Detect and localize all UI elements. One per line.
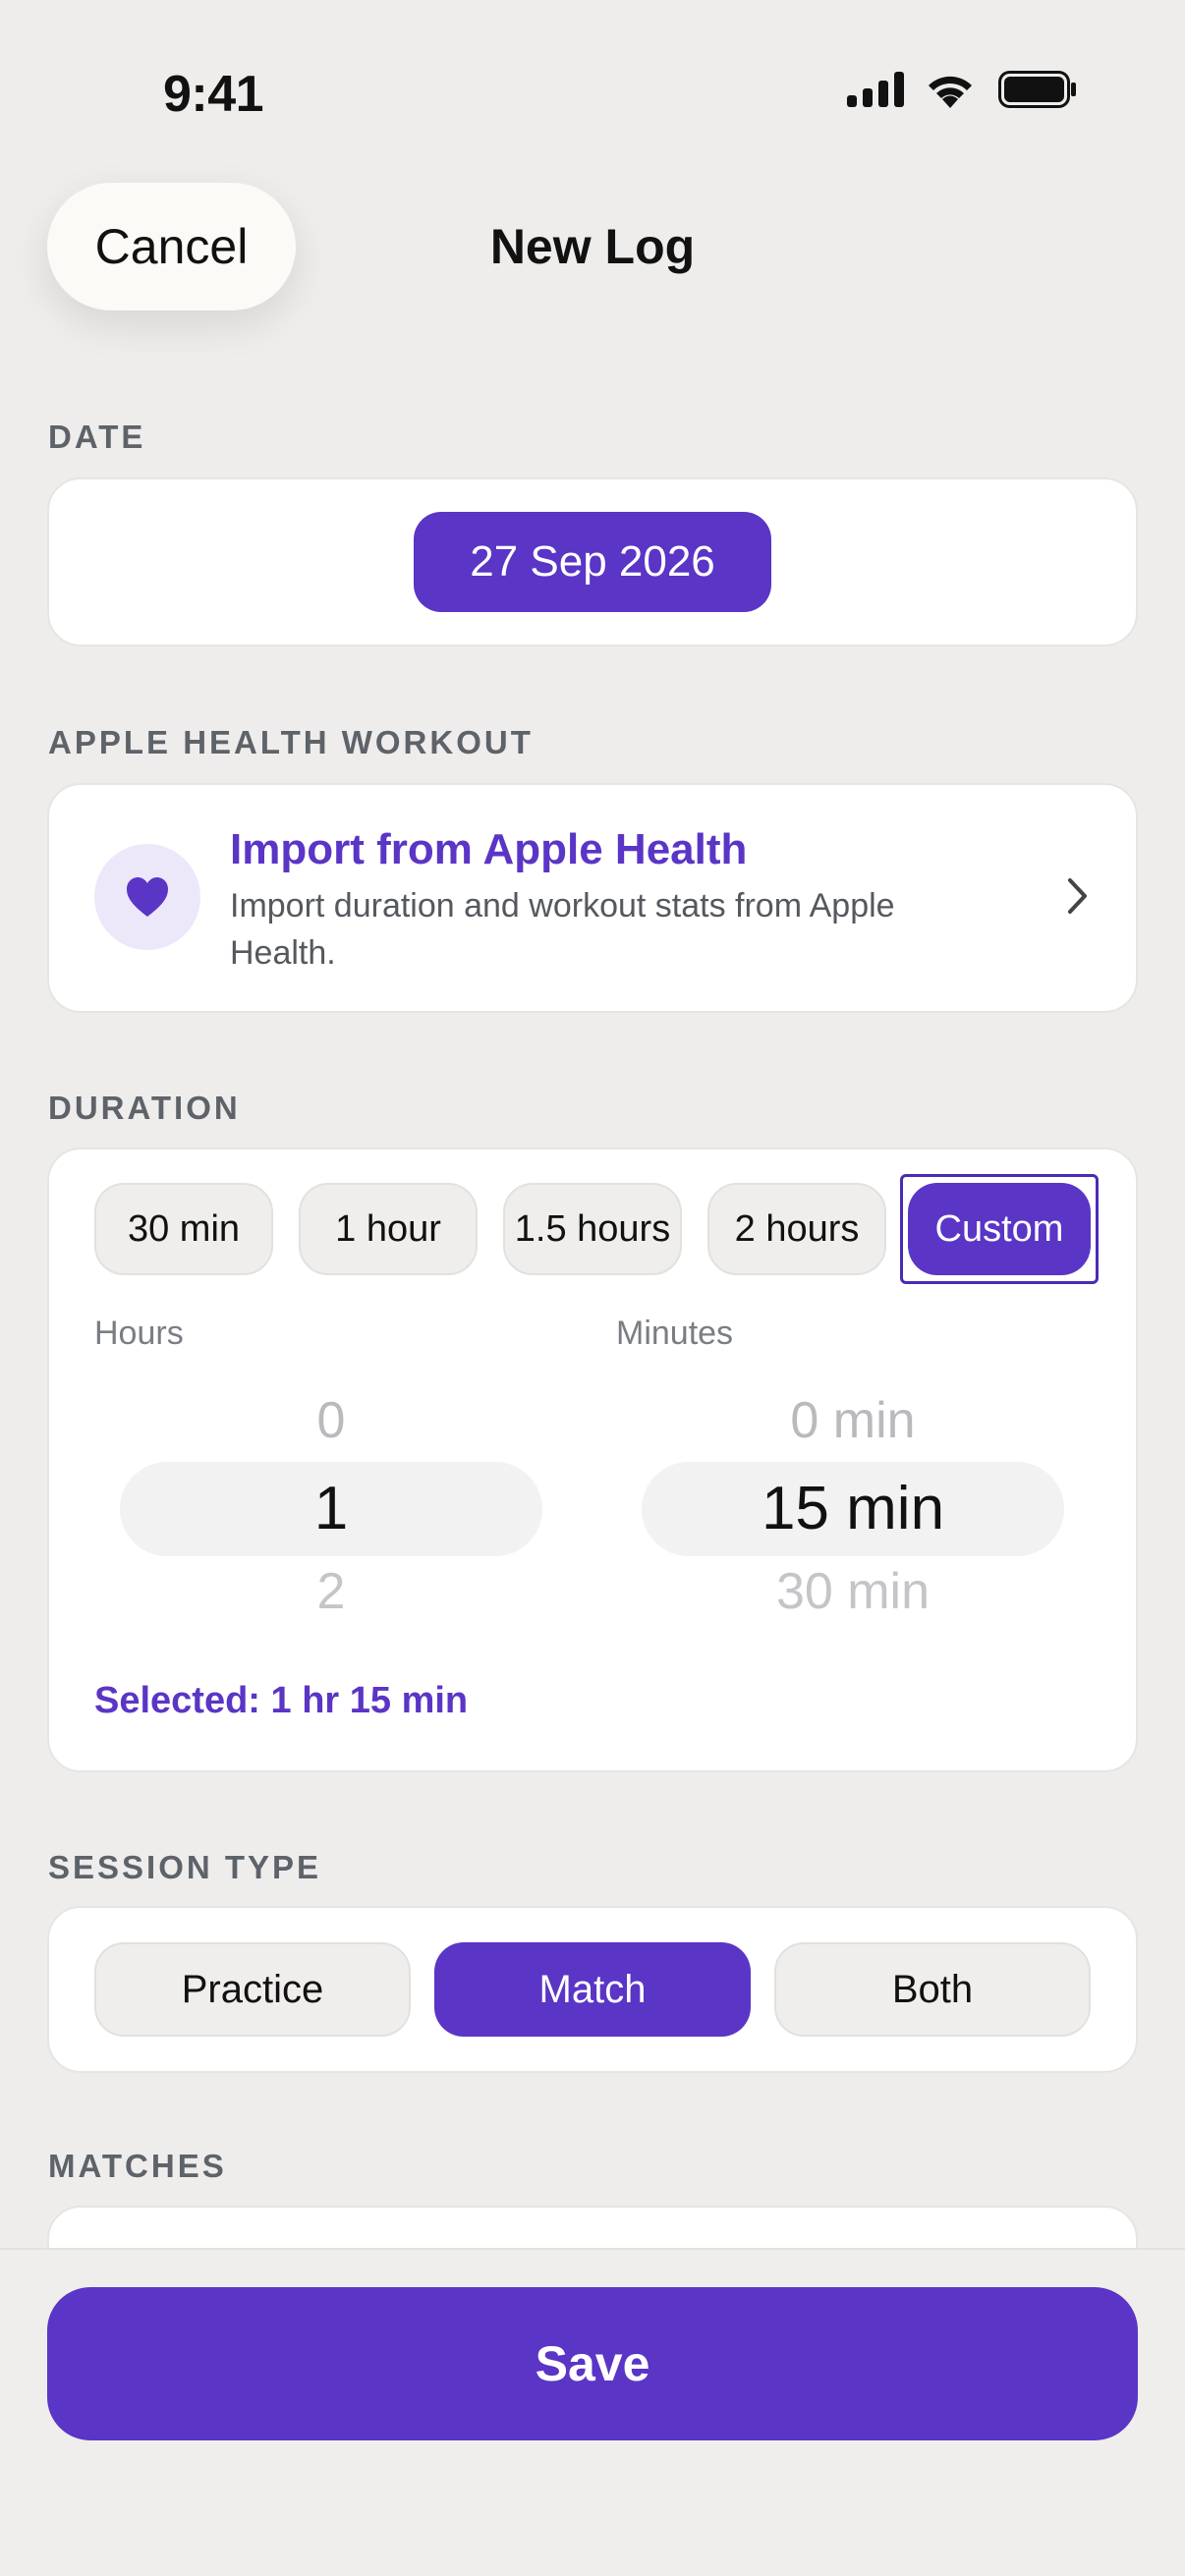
selected-duration-summary: Selected: 1 hr 15 min xyxy=(94,1680,469,1721)
import-health-description: Import duration and workout stats from A… xyxy=(230,887,895,972)
preset-2-hours[interactable]: 2 hours xyxy=(707,1183,886,1275)
import-health-title: Import from Apple Health xyxy=(230,825,748,873)
wifi-icon xyxy=(929,76,972,108)
page-title: New Log xyxy=(489,219,696,274)
date-section-label: DATE xyxy=(48,419,146,455)
session-type-practice[interactable]: Practice xyxy=(94,1942,411,2037)
hours-option-prev[interactable]: 0 xyxy=(120,1391,542,1450)
matches-section-label: MATCHES xyxy=(48,2148,227,2184)
minutes-label: Minutes xyxy=(616,1315,734,1352)
duration-section-label: DURATION xyxy=(48,1090,241,1126)
preset-1-hour[interactable]: 1 hour xyxy=(299,1183,478,1275)
health-icon-circle xyxy=(94,844,200,950)
save-button[interactable]: Save xyxy=(47,2287,1138,2440)
session-type-match[interactable]: Match xyxy=(434,1942,751,2037)
hours-label: Hours xyxy=(94,1315,184,1352)
chevron-right-icon xyxy=(1068,878,1087,914)
status-icons xyxy=(847,71,1077,108)
hours-option-next[interactable]: 2 xyxy=(120,1562,542,1617)
hours-option-selected[interactable]: 1 xyxy=(120,1474,542,1543)
minutes-option-next[interactable]: 30 min xyxy=(642,1562,1064,1617)
battery-icon xyxy=(998,71,1076,108)
minutes-option-prev[interactable]: 0 min xyxy=(642,1391,1064,1450)
cellular-signal-icon xyxy=(847,72,904,107)
preset-1-5-hours[interactable]: 1.5 hours xyxy=(503,1183,682,1275)
minutes-option-selected[interactable]: 15 min xyxy=(642,1474,1064,1543)
status-time: 9:41 xyxy=(163,66,264,123)
session-type-section-label: SESSION TYPE xyxy=(48,1849,322,1885)
status-bar: 9:41 xyxy=(0,0,1185,196)
preset-custom[interactable]: Custom xyxy=(908,1183,1091,1275)
health-section-label: APPLE HEALTH WORKOUT xyxy=(48,724,534,760)
session-type-both[interactable]: Both xyxy=(774,1942,1091,2037)
date-picker-button[interactable]: 27 Sep 2026 xyxy=(414,512,771,612)
preset-30-min[interactable]: 30 min xyxy=(94,1183,273,1275)
heart-icon xyxy=(127,877,168,917)
